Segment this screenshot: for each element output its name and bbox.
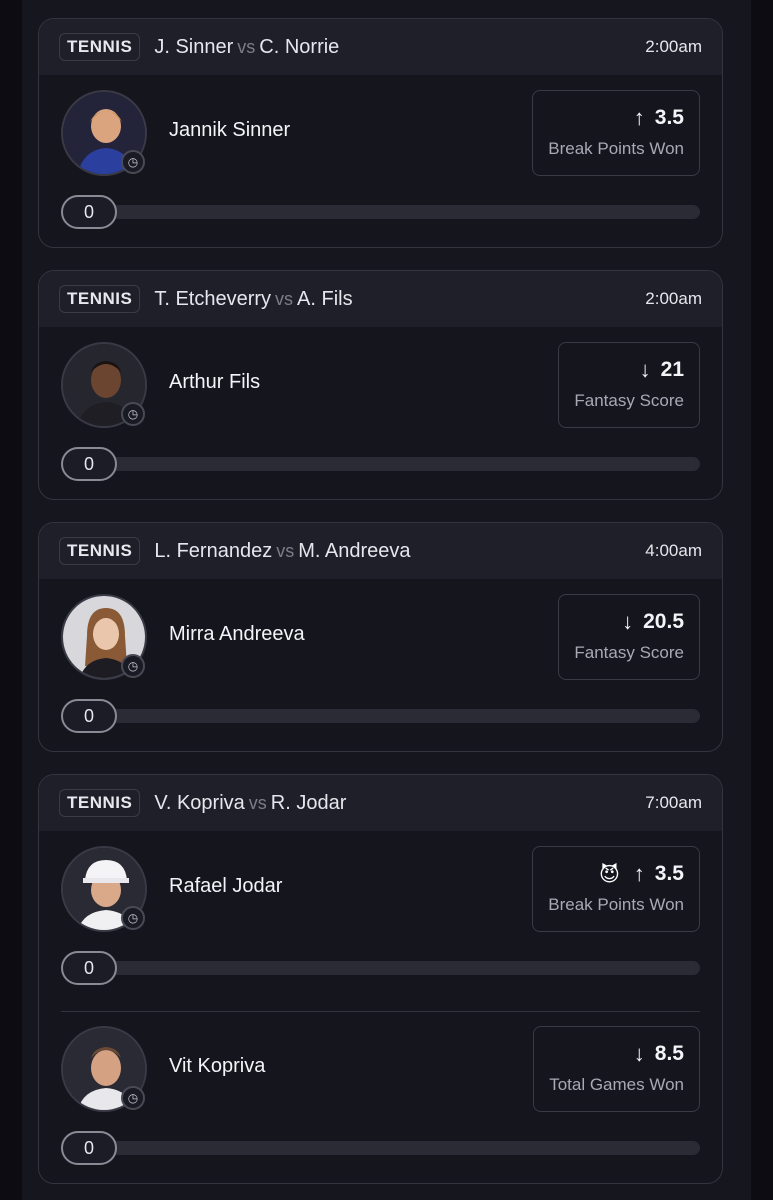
arrow-down-icon: ↓ (622, 609, 634, 634)
matchup: J. Sinner vs C. Norrie (154, 36, 339, 59)
stat-label: Break Points Won (548, 139, 684, 158)
progress-value: 0 (61, 1131, 117, 1165)
player-avatar[interactable]: ◷ (61, 90, 147, 176)
clock-icon: ◷ (121, 1086, 145, 1110)
player-avatar[interactable]: ◷ (61, 594, 147, 680)
progress-bar: 0 (61, 447, 700, 481)
stat-label: Fantasy Score (574, 391, 684, 410)
progress-bar: 0 (61, 195, 700, 229)
matchup-player-1: V. Kopriva (154, 791, 245, 814)
progress-track (81, 205, 700, 219)
card-header: TENNIS V. Kopriva vs R. Jodar 7:00am (39, 775, 722, 831)
matchup-player-2: A. Fils (297, 287, 353, 310)
matchup-player-1: L. Fernandez (154, 539, 273, 562)
matchup-player-1: T. Etcheverry (154, 287, 272, 310)
progress-value: 0 (61, 195, 117, 229)
match-time: 4:00am (645, 541, 702, 560)
player-pick-row: ◷ Jannik Sinner ↑ 3.5 Break Points Won 0 (39, 75, 722, 247)
pick-card[interactable]: TENNIS V. Kopriva vs R. Jodar 7:00am ◷ R… (38, 774, 723, 1184)
matchup: V. Kopriva vs R. Jodar (154, 792, 346, 815)
player-avatar[interactable]: ◷ (61, 846, 147, 932)
demon-icon: 😈 (598, 863, 620, 886)
row-divider (61, 1011, 700, 1012)
progress-track (81, 961, 700, 975)
player-name: Arthur Fils (169, 371, 261, 393)
match-time: 7:00am (645, 793, 702, 812)
sport-badge: TENNIS (59, 285, 141, 313)
projection-box[interactable]: 😈 ↑ 3.5 Break Points Won (532, 846, 700, 932)
matchup-vs: vs (275, 288, 294, 309)
sport-badge: TENNIS (59, 789, 141, 817)
matchup-player-2: R. Jodar (270, 791, 347, 814)
projection-value: 21 (660, 358, 684, 381)
stat-label: Fantasy Score (574, 643, 684, 662)
sport-badge: TENNIS (59, 537, 141, 565)
projection-value: 3.5 (654, 862, 684, 885)
card-header: TENNIS J. Sinner vs C. Norrie 2:00am (39, 19, 722, 75)
player-pick-row: ◷ Arthur Fils ↓ 21 Fantasy Score 0 (39, 327, 722, 499)
matchup-vs: vs (276, 540, 295, 561)
projection-value: 3.5 (654, 106, 684, 129)
matchup-player-2: C. Norrie (259, 35, 340, 58)
stat-label: Break Points Won (548, 895, 684, 914)
match-time: 2:00am (645, 37, 702, 56)
matchup-vs: vs (248, 792, 267, 813)
match-time: 2:00am (645, 289, 702, 308)
projection-value: 8.5 (654, 1042, 684, 1065)
player-name: Rafael Jodar (169, 875, 283, 897)
arrow-up-icon: ↑ (633, 105, 645, 130)
progress-value: 0 (61, 699, 117, 733)
matchup: T. Etcheverry vs A. Fils (154, 288, 352, 311)
player-avatar[interactable]: ◷ (61, 342, 147, 428)
player-pick-row: ◷ Mirra Andreeva ↓ 20.5 Fantasy Score 0 (39, 579, 722, 751)
player-pick-row: ◷ Vit Kopriva ↓ 8.5 Total Games Won 0 (39, 1011, 722, 1183)
matchup-vs: vs (237, 36, 256, 57)
projection-box[interactable]: ↓ 8.5 Total Games Won (533, 1026, 700, 1112)
matchup: L. Fernandez vs M. Andreeva (154, 540, 410, 563)
clock-icon: ◷ (121, 906, 145, 930)
player-name: Vit Kopriva (169, 1055, 266, 1077)
progress-bar: 0 (61, 1131, 700, 1165)
card-header: TENNIS T. Etcheverry vs A. Fils 2:00am (39, 271, 722, 327)
arrow-up-icon: ↑ (633, 861, 645, 886)
progress-track (81, 709, 700, 723)
progress-track (81, 1141, 700, 1155)
card-header: TENNIS L. Fernandez vs M. Andreeva 4:00a… (39, 523, 722, 579)
matchup-player-1: J. Sinner (154, 35, 234, 58)
arrow-down-icon: ↓ (639, 357, 651, 382)
progress-value: 0 (61, 951, 117, 985)
progress-value: 0 (61, 447, 117, 481)
projection-box[interactable]: ↓ 21 Fantasy Score (558, 342, 700, 428)
pick-card[interactable]: TENNIS J. Sinner vs C. Norrie 2:00am ◷ J… (38, 18, 723, 248)
player-avatar[interactable]: ◷ (61, 1026, 147, 1112)
player-name: Mirra Andreeva (169, 623, 305, 645)
stat-label: Total Games Won (549, 1075, 684, 1094)
sport-badge: TENNIS (59, 33, 141, 61)
clock-icon: ◷ (121, 150, 145, 174)
projection-box[interactable]: ↓ 20.5 Fantasy Score (558, 594, 700, 680)
projection-box[interactable]: ↑ 3.5 Break Points Won (532, 90, 700, 176)
progress-bar: 0 (61, 951, 700, 985)
progress-bar: 0 (61, 699, 700, 733)
clock-icon: ◷ (121, 402, 145, 426)
progress-track (81, 457, 700, 471)
clock-icon: ◷ (121, 654, 145, 678)
arrow-down-icon: ↓ (633, 1041, 645, 1066)
projection-value: 20.5 (643, 610, 684, 633)
pick-card[interactable]: TENNIS L. Fernandez vs M. Andreeva 4:00a… (38, 522, 723, 752)
pick-card[interactable]: TENNIS T. Etcheverry vs A. Fils 2:00am ◷… (38, 270, 723, 500)
player-pick-row: ◷ Rafael Jodar 😈 ↑ 3.5 Break Points Won … (39, 831, 722, 1011)
player-name: Jannik Sinner (169, 119, 291, 141)
matchup-player-2: M. Andreeva (298, 539, 411, 562)
